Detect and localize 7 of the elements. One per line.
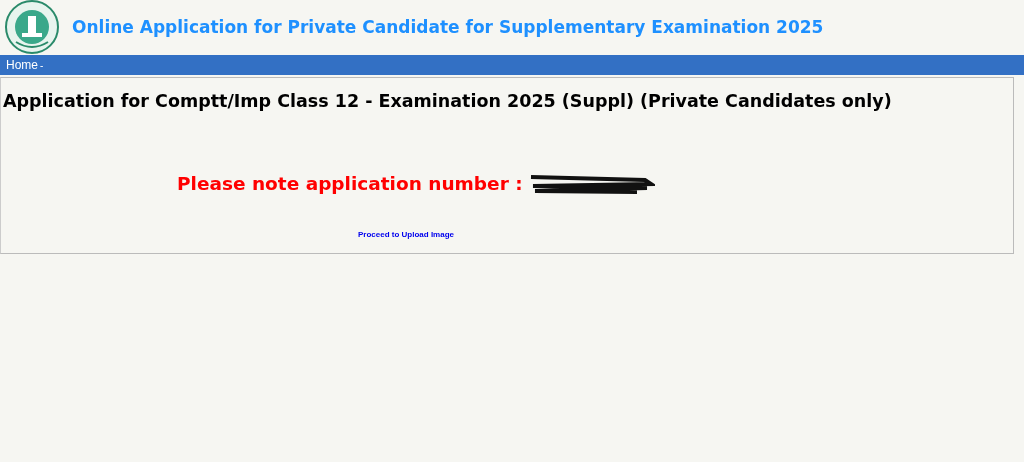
home-link[interactable]: Home <box>6 58 38 72</box>
nav-separator: - <box>40 59 44 71</box>
upload-image-link[interactable]: Proceed to Upload Image <box>358 230 455 239</box>
application-heading: Application for Comptt/Imp Class 12 - Examination 2025 (Suppl) (Private Candidates only) <box>3 91 893 111</box>
application-number-notice: Please note application number : <box>177 173 523 194</box>
page-title: Online Application for Private Candidate for Supplementary Examination 2025 <box>72 17 824 37</box>
emblem-logo <box>2 0 62 54</box>
